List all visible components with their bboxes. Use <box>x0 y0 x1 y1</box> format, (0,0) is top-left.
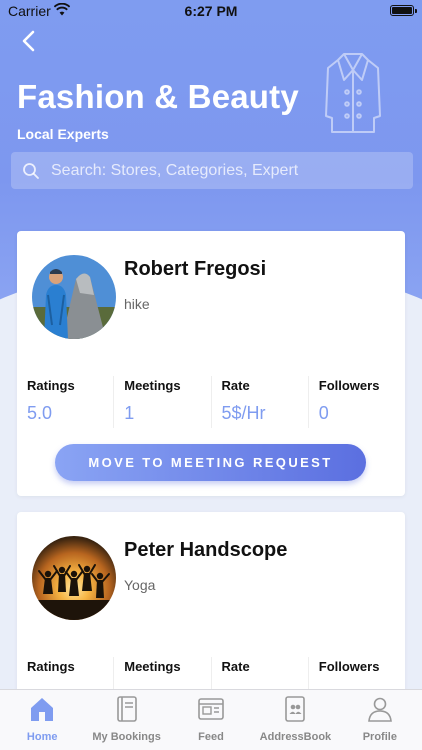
stat-value: 5$/Hr <box>221 403 266 423</box>
profile-icon <box>367 697 392 722</box>
avatar[interactable] <box>32 536 116 620</box>
expert-name: Robert Fregosi <box>124 258 267 280</box>
expert-stats: Ratings 5.0 Meetings 1 Rate 5$/Hr Follow… <box>17 376 405 428</box>
stat-ratings: Ratings 5.0 <box>17 376 115 428</box>
stat-followers: Followers 0 <box>309 376 405 428</box>
feed-icon <box>198 698 224 720</box>
clock: 6:27 PM <box>184 3 238 19</box>
stat-rate: Rate 5$/Hr <box>212 376 309 428</box>
stat-meetings: Meetings 1 <box>114 376 212 428</box>
stat-value: 0 <box>318 403 329 423</box>
back-chevron-icon[interactable] <box>14 26 44 56</box>
expert-card[interactable]: Robert Fregosi hike Ratings 5.0 Meetings… <box>17 231 405 496</box>
tab-my-bookings[interactable]: My Bookings <box>84 690 168 750</box>
stat-label: Meetings <box>124 378 181 393</box>
home-icon <box>31 698 54 721</box>
stat-label: Followers <box>318 378 380 393</box>
stat-label: Ratings <box>27 659 75 674</box>
expert-card[interactable]: Peter Handscope Yoga Ratings Meetings Ra… <box>17 512 405 712</box>
tab-address-book[interactable]: AddressBook <box>253 690 337 750</box>
expert-name: Peter Handscope <box>124 539 288 561</box>
tab-bar: Home My Bookings Feed AddressBook Profil… <box>0 689 422 750</box>
address-book-icon <box>285 696 306 722</box>
stat-value: 5.0 <box>27 403 53 423</box>
status-bar: Carrier 6:27 PM <box>0 0 422 22</box>
page-title: Fashion & Beauty <box>17 78 299 115</box>
page-subtitle: Local Experts <box>17 126 109 142</box>
stat-label: Rate <box>221 378 250 393</box>
stat-label: Meetings <box>124 659 181 674</box>
search-input[interactable] <box>41 152 413 189</box>
tab-home[interactable]: Home <box>0 690 84 750</box>
battery-icon <box>390 5 417 16</box>
tab-label: My Bookings <box>92 731 161 743</box>
tab-profile[interactable]: Profile <box>338 690 422 750</box>
tab-label: AddressBook <box>259 731 332 743</box>
meeting-request-button[interactable]: MOVE TO MEETING REQUEST <box>55 444 366 481</box>
stat-label: Followers <box>318 659 380 674</box>
stat-value: 1 <box>124 403 135 423</box>
book-icon <box>116 696 137 722</box>
search-icon <box>23 162 39 179</box>
tab-label: Profile <box>362 731 397 743</box>
expert-tagline: Yoga <box>124 577 156 593</box>
search-bar[interactable] <box>11 152 413 189</box>
tab-label: Home <box>26 731 58 743</box>
stat-label: Rate <box>221 659 250 674</box>
avatar[interactable] <box>32 255 116 339</box>
tab-label: Feed <box>198 731 224 743</box>
tab-feed[interactable]: Feed <box>169 690 253 750</box>
stat-label: Ratings <box>27 378 75 393</box>
coat-icon <box>325 53 381 133</box>
expert-tagline: hike <box>124 296 150 312</box>
